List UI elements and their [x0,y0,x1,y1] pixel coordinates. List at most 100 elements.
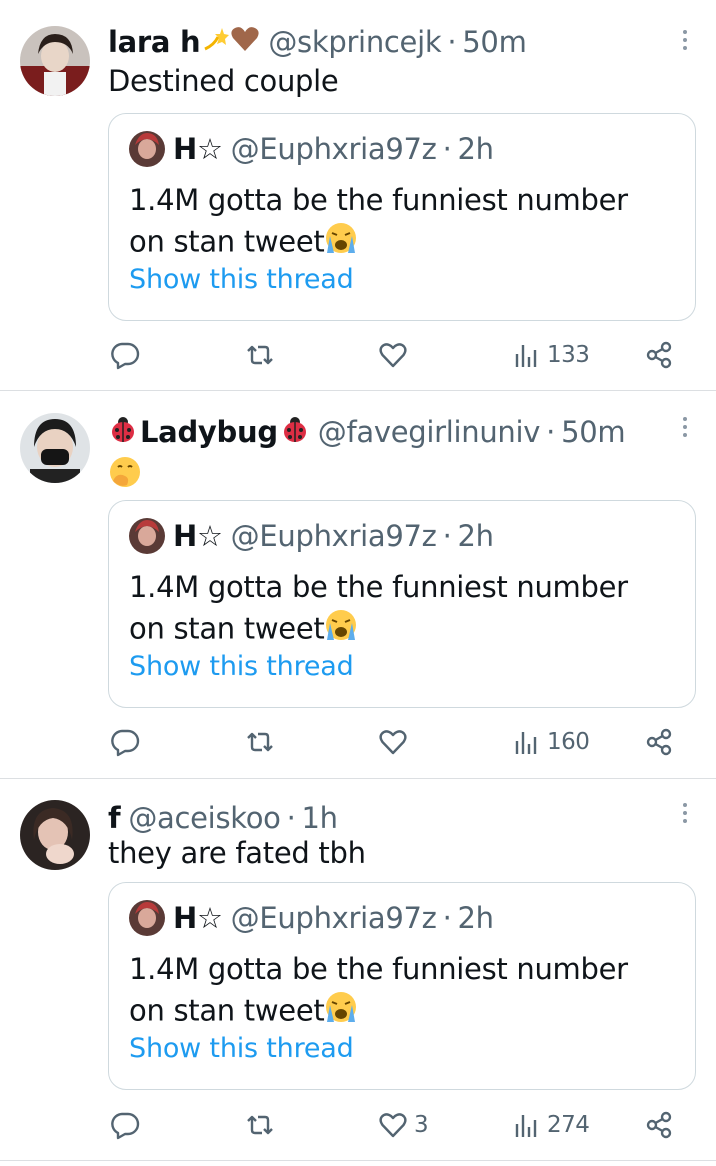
separator-dot: · [546,415,556,449]
avatar[interactable] [20,413,90,483]
timestamp: 2h [457,519,495,553]
quoted-tweet-text-wrap: 1.4M gotta be the funniest number on sta… [129,949,669,1035]
quoted-tweet-text: 1.4M gotta be the funniest number on sta… [129,570,628,646]
dizzy-emoji-icon [202,25,230,60]
quoted-tweet[interactable]: H☆ @Euphxria97z · 2h 1.4M gotta be the f… [108,500,696,708]
quoted-tweet[interactable]: H☆ @Euphxria97z · 2h 1.4M gotta be the f… [108,113,696,321]
timestamp[interactable]: 50m [561,415,626,449]
reply-icon [111,342,140,370]
share-icon [646,341,672,369]
timestamp: 2h [457,132,495,166]
display-name[interactable]: lara h [108,25,201,59]
more-options-icon[interactable] [682,803,688,827]
retweet-button[interactable] [244,1110,276,1140]
display-name: H☆ [173,519,223,553]
display-name: H☆ [173,901,223,935]
tweet-text [108,455,142,496]
views-button[interactable]: 274 [513,1110,590,1140]
retweet-icon [247,1115,273,1135]
like-button[interactable]: 3 [378,1110,429,1140]
like-button[interactable] [378,727,414,757]
tweet-header: lara h @skprincejk · 50m [108,22,527,62]
tweet[interactable]: Ladybug @favegirlinuniv · 50m H☆ @Euphxr… [0,391,716,778]
quoted-tweet-text: 1.4M gotta be the funniest number on sta… [129,183,628,259]
quoted-tweet-text-wrap: 1.4M gotta be the funniest number on sta… [129,180,669,266]
quoted-tweet-header: H☆ @Euphxria97z · 2h [129,518,495,554]
ladybug-emoji-icon [108,414,138,451]
like-icon [379,1113,407,1138]
crying-face-emoji-icon [324,990,358,1035]
like-icon [379,343,407,368]
show-thread-link[interactable]: Show this thread [129,264,354,295]
crying-face-emoji-icon [324,608,358,653]
avatar [129,900,165,936]
avatar [129,131,165,167]
share-button[interactable] [645,340,675,370]
tweet-text: Destined couple [108,64,339,98]
separator-dot: · [442,519,452,553]
quoted-tweet-header: H☆ @Euphxria97z · 2h [129,900,495,936]
retweet-button[interactable] [244,727,276,757]
tweet-header: f @aceiskoo · 1h [108,798,338,838]
display-name[interactable]: f [108,801,121,835]
avatar[interactable] [20,26,90,96]
tweet-header: Ladybug @favegirlinuniv · 50m [108,412,626,452]
more-options-icon[interactable] [682,30,688,54]
retweet-icon [247,732,273,752]
handle[interactable]: @favegirlinuniv [318,415,541,449]
brown-heart-emoji-icon [230,25,260,60]
show-thread-link[interactable]: Show this thread [129,651,354,682]
handle: @Euphxria97z [230,132,437,166]
share-button[interactable] [645,1110,675,1140]
display-name: H☆ [173,132,223,166]
like-button[interactable] [378,340,414,370]
retweet-button[interactable] [244,340,276,370]
view-count: 274 [547,1112,590,1138]
tweet[interactable]: f @aceiskoo · 1h they are fated tbh H☆ @… [0,779,716,1160]
timestamp[interactable]: 50m [462,25,527,59]
separator-dot: · [286,801,296,835]
handle[interactable]: @skprincejk [268,25,441,59]
retweet-icon [247,345,273,365]
display-name[interactable]: Ladybug [140,415,278,449]
timestamp[interactable]: 1h [302,801,339,835]
share-icon [646,728,672,756]
view-count: 160 [547,729,590,755]
share-button[interactable] [645,727,675,757]
quoted-tweet[interactable]: H☆ @Euphxria97z · 2h 1.4M gotta be the f… [108,882,696,1090]
ladybug-emoji-icon [280,414,310,451]
reply-icon [111,1112,140,1140]
quoted-tweet-text-wrap: 1.4M gotta be the funniest number on sta… [129,567,669,653]
share-icon [646,1111,672,1139]
avatar[interactable] [20,800,90,870]
reply-button[interactable] [110,340,140,370]
views-icon [515,732,537,754]
avatar [129,518,165,554]
quoted-tweet-header: H☆ @Euphxria97z · 2h [129,131,495,167]
crying-face-emoji-icon [324,221,358,266]
divider [0,1160,716,1161]
show-thread-link[interactable]: Show this thread [129,1033,354,1064]
face-with-hand-over-mouth-emoji-icon [108,455,142,496]
reply-button[interactable] [110,727,140,757]
reply-button[interactable] [110,1110,140,1140]
views-button[interactable]: 133 [513,340,590,370]
views-icon [515,345,537,367]
like-count: 3 [414,1112,429,1138]
tweet[interactable]: lara h @skprincejk · 50m Destined couple… [0,0,716,390]
handle: @Euphxria97z [230,901,437,935]
like-icon [379,730,407,755]
separator-dot: · [442,132,452,166]
handle: @Euphxria97z [230,519,437,553]
tweet-text: they are fated tbh [108,836,366,870]
handle[interactable]: @aceiskoo [128,801,281,835]
quoted-tweet-text: 1.4M gotta be the funniest number on sta… [129,952,628,1028]
view-count: 133 [547,342,590,368]
views-icon [515,1115,537,1137]
more-options-icon[interactable] [682,417,688,441]
separator-dot: · [447,25,457,59]
separator-dot: · [442,901,452,935]
views-button[interactable]: 160 [513,727,590,757]
reply-icon [111,729,140,757]
timestamp: 2h [457,901,495,935]
